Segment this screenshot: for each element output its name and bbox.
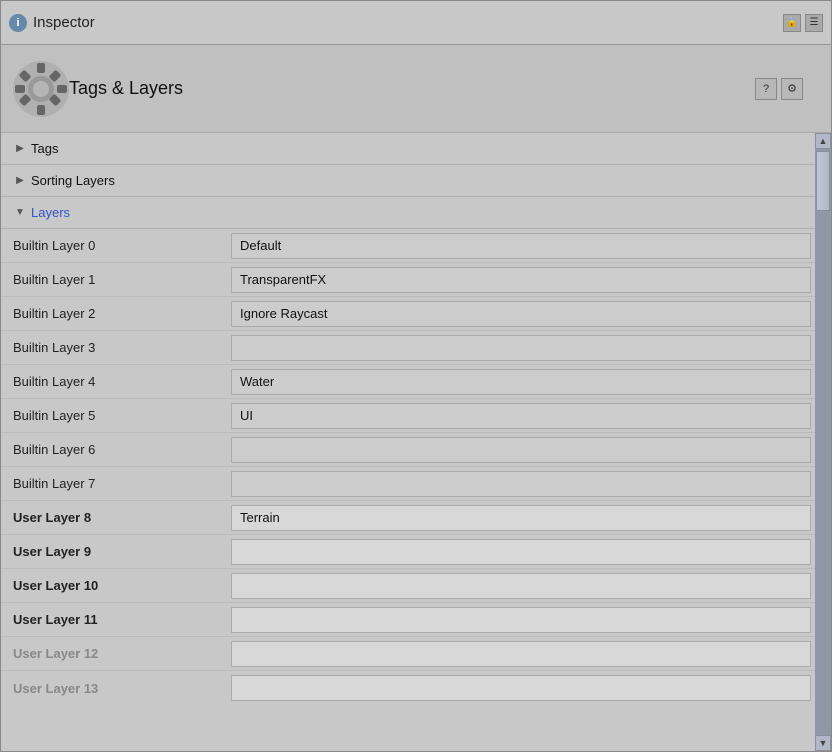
- layer-value-input[interactable]: [231, 539, 811, 565]
- layer-row: Builtin Layer 3: [1, 331, 815, 365]
- settings-button[interactable]: ⚙: [781, 78, 803, 100]
- layer-label: Builtin Layer 5: [1, 408, 231, 423]
- scroll-down-button[interactable]: ▼: [815, 735, 831, 751]
- tags-label: Tags: [31, 141, 58, 156]
- layers-section-header[interactable]: ▼ Layers: [1, 197, 815, 229]
- layer-value-input[interactable]: [231, 641, 811, 667]
- layer-label: User Layer 12: [1, 646, 231, 661]
- layer-row: User Layer 8: [1, 501, 815, 535]
- layer-value-input: [231, 403, 811, 429]
- inspector-icon: i: [9, 14, 27, 32]
- tags-layers-header: Tags & Layers ? ⚙: [1, 45, 831, 133]
- layer-label: User Layer 10: [1, 578, 231, 593]
- layers-table: Builtin Layer 0 Builtin Layer 1 Builtin La…: [1, 229, 815, 705]
- scroll-up-button[interactable]: ▲: [815, 133, 831, 149]
- title-bar: i Inspector 🔒 ☰: [1, 1, 831, 45]
- layer-row: Builtin Layer 5: [1, 399, 815, 433]
- inspector-window: i Inspector 🔒 ☰ Tags &: [0, 0, 832, 752]
- main-content: ▶ Tags ▶ Sorting Layers ▼ Layers Builtin…: [1, 133, 831, 751]
- header-title: Tags & Layers: [69, 78, 183, 99]
- sorting-layers-arrow: ▶: [13, 174, 27, 188]
- layer-label: Builtin Layer 6: [1, 442, 231, 457]
- layer-label: Builtin Layer 4: [1, 374, 231, 389]
- layer-value-input: [231, 471, 811, 497]
- layer-row: Builtin Layer 2: [1, 297, 815, 331]
- layer-label: Builtin Layer 0: [1, 238, 231, 253]
- layer-row: Builtin Layer 0: [1, 229, 815, 263]
- sorting-layers-section-header[interactable]: ▶ Sorting Layers: [1, 165, 815, 197]
- menu-icon[interactable]: ☰: [805, 14, 823, 32]
- layer-label: User Layer 11: [1, 612, 231, 627]
- content-area: ▶ Tags ▶ Sorting Layers ▼ Layers Builtin…: [1, 133, 815, 751]
- layer-row: User Layer 12: [1, 637, 815, 671]
- scrollbar: ▲ ▼: [815, 133, 831, 751]
- layer-value-input: [231, 301, 811, 327]
- layer-label: User Layer 13: [1, 681, 231, 696]
- layer-value-input[interactable]: [231, 505, 811, 531]
- layer-label: Builtin Layer 7: [1, 476, 231, 491]
- lock-icon[interactable]: 🔒: [783, 14, 801, 32]
- window-title: Inspector: [33, 14, 95, 31]
- layer-row: User Layer 11: [1, 603, 815, 637]
- scrollbar-track[interactable]: [815, 149, 831, 735]
- header-actions: ? ⚙: [755, 78, 803, 100]
- gear-icon: [13, 61, 69, 117]
- layer-row: Builtin Layer 7: [1, 467, 815, 501]
- layers-arrow: ▼: [13, 206, 27, 220]
- layer-value-input: [231, 233, 811, 259]
- title-bar-controls: 🔒 ☰: [783, 14, 823, 32]
- tags-arrow: ▶: [13, 142, 27, 156]
- layer-row: User Layer 10: [1, 569, 815, 603]
- layer-row: User Layer 9: [1, 535, 815, 569]
- scrollbar-thumb[interactable]: [816, 151, 830, 211]
- layer-label: Builtin Layer 3: [1, 340, 231, 355]
- layers-label: Layers: [31, 205, 70, 220]
- tags-section-header[interactable]: ▶ Tags: [1, 133, 815, 165]
- layer-value-input[interactable]: [231, 573, 811, 599]
- layer-row: User Layer 13: [1, 671, 815, 705]
- layer-row: Builtin Layer 1: [1, 263, 815, 297]
- layer-value-input: [231, 437, 811, 463]
- layer-value-input: [231, 369, 811, 395]
- layer-value-input: [231, 267, 811, 293]
- layer-label: User Layer 8: [1, 510, 231, 525]
- layer-row: Builtin Layer 4: [1, 365, 815, 399]
- layer-label: Builtin Layer 2: [1, 306, 231, 321]
- layer-value-input[interactable]: [231, 607, 811, 633]
- layer-row: Builtin Layer 6: [1, 433, 815, 467]
- sorting-layers-label: Sorting Layers: [31, 173, 115, 188]
- layer-value-input: [231, 335, 811, 361]
- layer-label: Builtin Layer 1: [1, 272, 231, 287]
- layer-value-input[interactable]: [231, 675, 811, 701]
- help-button[interactable]: ?: [755, 78, 777, 100]
- layer-label: User Layer 9: [1, 544, 231, 559]
